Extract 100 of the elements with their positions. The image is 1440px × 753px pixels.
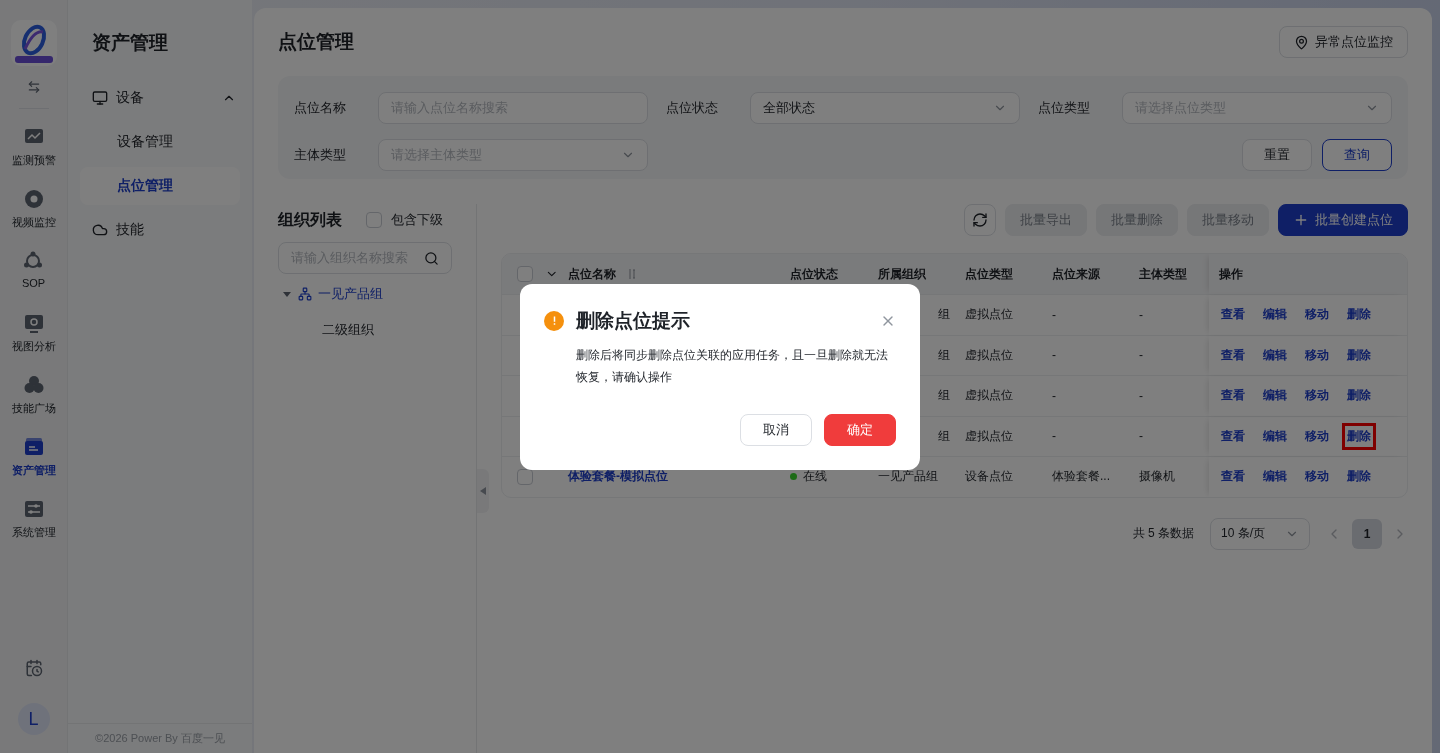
table-cell: 虚拟点位 — [965, 306, 1013, 324]
location-pin-icon — [1294, 34, 1309, 50]
menu-group[interactable]: 技能 — [68, 208, 252, 252]
action-link[interactable]: 查看 — [1219, 385, 1247, 407]
section-title: 资产管理 — [91, 31, 169, 55]
action-link[interactable]: 编辑 — [1261, 385, 1289, 407]
menu-item[interactable]: 点位管理 — [80, 167, 240, 205]
confirm-button[interactable]: 确定 — [824, 413, 896, 446]
page-size-select[interactable]: 10 条/页 — [1210, 517, 1310, 550]
table-cell: 一见产品组 — [878, 468, 938, 486]
plus-icon — [1293, 212, 1309, 228]
action-link[interactable]: 查看 — [1219, 304, 1247, 326]
table-cell: 组 — [938, 427, 950, 445]
table-cell: - — [1139, 429, 1143, 444]
user-avatar[interactable]: L — [17, 703, 50, 735]
reset-button[interactable]: 重置 — [1242, 139, 1312, 171]
column-header: 操作 — [1219, 265, 1243, 283]
checkbox[interactable] — [517, 468, 533, 485]
table-cell: 虚拟点位 — [965, 387, 1013, 405]
action-link[interactable]: 编辑 — [1261, 425, 1289, 447]
table-cell: 组 — [938, 387, 950, 405]
app-logo — [10, 20, 57, 66]
checkbox[interactable] — [366, 212, 382, 228]
filter-label: 点位状态 — [666, 99, 719, 117]
switch-icon[interactable] — [26, 80, 41, 94]
action-link[interactable]: 查看 — [1219, 425, 1247, 447]
checkbox-label: 包含下级 — [391, 211, 443, 229]
column-header: 点位状态 — [790, 265, 838, 283]
column-header: 主体类型 — [1139, 265, 1187, 283]
table-cell: 体验套餐... — [1052, 468, 1110, 486]
action-link[interactable]: 删除 — [1345, 385, 1373, 407]
query-button[interactable]: 查询 — [1322, 139, 1392, 171]
action-link[interactable]: 编辑 — [1261, 466, 1289, 488]
table-cell: - — [1139, 348, 1143, 363]
nav-item[interactable]: 视图分析 — [11, 313, 56, 375]
action-link[interactable]: 移动 — [1303, 304, 1331, 326]
point-name-link[interactable]: 体验套餐-模拟点位 — [568, 468, 668, 486]
nav-item[interactable]: 技能广场 — [11, 375, 56, 437]
action-link[interactable]: 编辑 — [1261, 344, 1289, 366]
monitor-button[interactable]: 异常点位监控 — [1279, 26, 1408, 58]
page-number[interactable]: 1 — [1352, 518, 1382, 549]
tree-item[interactable]: 一见产品组 — [278, 278, 452, 310]
column-header: 点位类型 — [965, 265, 1013, 283]
action-link[interactable]: 删除 — [1345, 425, 1373, 447]
create-button[interactable]: 批量创建点位 — [1278, 204, 1408, 236]
refresh-icon — [972, 212, 988, 228]
nav-item[interactable]: 资产管理 — [11, 437, 56, 499]
panel-title: 组织列表 — [278, 209, 342, 230]
checkbox[interactable] — [517, 266, 533, 282]
action-link[interactable]: 移动 — [1303, 385, 1331, 407]
page-title: 点位管理 — [278, 30, 354, 54]
cloud-icon — [92, 222, 108, 238]
nodes-icon — [23, 251, 44, 271]
menu-item[interactable]: 设备管理 — [80, 123, 240, 161]
column-header: 点位名称 — [568, 265, 616, 283]
action-link[interactable]: 删除 — [1345, 466, 1373, 488]
action-link[interactable]: 删除 — [1345, 304, 1373, 326]
column-header: 所属组织 — [878, 265, 926, 283]
monitor-icon — [92, 90, 108, 106]
cancel-button[interactable]: 取消 — [740, 413, 812, 446]
total-count: 共 5 条数据 — [1132, 525, 1194, 542]
tree-item[interactable]: 二级组织 — [278, 314, 452, 346]
collapse-handle[interactable] — [477, 469, 489, 513]
action-link[interactable]: 查看 — [1219, 344, 1247, 366]
org-icon — [298, 287, 312, 301]
nav-item[interactable]: 监测预警 — [11, 127, 56, 189]
nav-item[interactable]: 视频监控 — [11, 189, 56, 251]
camera-icon — [23, 189, 44, 209]
filter-label: 点位名称 — [294, 99, 347, 117]
column-header: 点位来源 — [1052, 265, 1100, 283]
table-cell: - — [1139, 388, 1143, 403]
table-cell: - — [1139, 307, 1143, 322]
table-cell: - — [1052, 388, 1056, 403]
dialog-message: 删除后将同步删除点位关联的应用任务，且一旦删除就无法恢复，请确认操作 — [576, 346, 889, 386]
dialog-title: 删除点位提示 — [576, 308, 691, 333]
sort-icon[interactable] — [628, 268, 636, 280]
table-cell: - — [1052, 429, 1056, 444]
nav-item[interactable]: 系统管理 — [11, 499, 56, 561]
filter-label: 点位类型 — [1038, 99, 1091, 117]
status-text: 在线 — [803, 468, 827, 486]
action-link[interactable]: 移动 — [1303, 344, 1331, 366]
table-cell: 虚拟点位 — [965, 427, 1013, 445]
action-link[interactable]: 移动 — [1303, 425, 1331, 447]
table-cell: 虚拟点位 — [965, 346, 1013, 364]
action-link[interactable]: 编辑 — [1261, 304, 1289, 326]
table-cell: - — [1052, 348, 1056, 363]
calendar-clock-icon[interactable] — [24, 659, 43, 677]
nav-item[interactable]: SOP — [21, 251, 46, 313]
table-cell: - — [1052, 307, 1056, 322]
action-link[interactable]: 删除 — [1345, 344, 1373, 366]
menu-group[interactable]: 设备 — [68, 76, 252, 120]
search-icon — [424, 250, 439, 266]
refresh-button[interactable] — [964, 204, 996, 236]
action-link[interactable]: 移动 — [1303, 466, 1331, 488]
action-link[interactable]: 查看 — [1219, 466, 1247, 488]
caret-icon — [282, 289, 292, 299]
table-cell: 组 — [938, 346, 950, 364]
screen-search-icon — [23, 313, 44, 333]
filter-label: 主体类型 — [294, 146, 347, 164]
select-field[interactable]: 全部状态 — [750, 92, 1020, 124]
